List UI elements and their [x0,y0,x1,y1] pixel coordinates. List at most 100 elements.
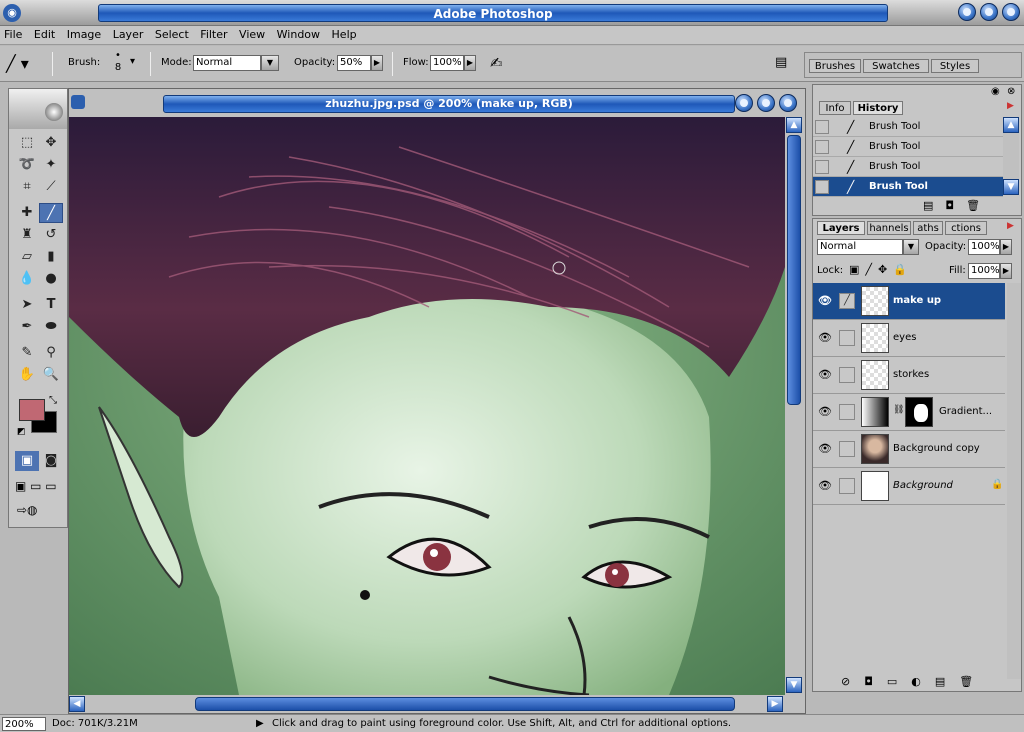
layer-link-box[interactable] [839,330,855,346]
screen-mode-icons[interactable]: ▣ ▭ ▭ [15,479,63,497]
horizontal-scrollbar[interactable]: ◀ ▶ [69,695,785,713]
quick-mask-mode-icon[interactable]: ◙ [39,451,63,471]
layer-row-storkes[interactable]: 👁 storkes [813,357,1005,394]
crop-tool-icon[interactable]: ⌗ [15,177,39,197]
menu-select[interactable]: Select [151,26,193,41]
panel-close-icon[interactable]: ⊗ [1007,86,1015,97]
scroll-right-arrow-icon[interactable]: ▶ [767,696,783,712]
brush-picker[interactable]: • 8 [110,50,126,76]
history-snapshot-box[interactable] [815,140,829,154]
healing-brush-tool-icon[interactable]: ✚ [15,203,39,223]
clone-stamp-tool-icon[interactable]: ♜ [15,225,39,245]
layer-row-gradient[interactable]: 👁 ⛓ Gradient... [813,394,1005,431]
tab-history[interactable]: History [853,101,903,115]
layer-row-make-up[interactable]: 👁 ╱ make up [813,283,1005,320]
doc-minimize-button[interactable] [735,94,753,112]
tab-channels[interactable]: hannels [867,221,911,235]
tab-paths[interactable]: aths [913,221,943,235]
menu-filter[interactable]: Filter [196,26,231,41]
history-footer-icons[interactable]: ▤◘🗑 [923,199,992,212]
scroll-down-arrow-icon[interactable]: ▼ [1003,179,1019,195]
scroll-up-arrow-icon[interactable]: ▲ [786,117,802,133]
history-snapshot-box[interactable] [815,120,829,134]
brush-dropdown-arrow-icon[interactable]: ▾ [130,56,135,67]
layers-scrollbar[interactable] [1007,283,1021,679]
brush-link-icon[interactable]: ╱ [839,293,855,309]
jump-to-imageready-icon[interactable]: ⇨◍ [17,503,61,521]
menu-edit[interactable]: Edit [30,26,59,41]
opacity-slider-arrow-icon[interactable]: ▶ [371,55,383,71]
fill-field[interactable]: 100% [968,263,1000,279]
history-snapshot-box[interactable] [815,160,829,174]
layer-link-box[interactable] [839,367,855,383]
fill-arrow-icon[interactable]: ▶ [1000,263,1012,279]
eye-visibility-icon[interactable]: 👁 [817,330,833,346]
lasso-tool-icon[interactable]: ➰ [15,155,39,175]
tab-brushes[interactable]: Brushes [809,59,861,73]
eye-visibility-icon[interactable]: 👁 [817,404,833,420]
vertical-scroll-thumb[interactable] [787,135,801,405]
menu-image[interactable]: Image [63,26,105,41]
panel-menu-arrow-icon[interactable]: ▶ [1007,221,1014,231]
eye-visibility-icon[interactable]: 👁 [817,441,833,457]
eye-visibility-icon[interactable]: 👁 [817,367,833,383]
panel-menu-arrow-icon[interactable]: ▶ [1007,101,1014,111]
mode-select[interactable]: Normal [193,55,261,71]
menu-window[interactable]: Window [273,26,324,41]
eye-visibility-icon[interactable]: 👁 [817,293,833,309]
doc-close-button[interactable] [779,94,797,112]
default-colors-icon[interactable]: ◩ [17,427,26,437]
layer-link-box[interactable] [839,441,855,457]
mode-dropdown-arrow-icon[interactable]: ▼ [261,55,279,71]
horizontal-scroll-thumb[interactable] [195,697,735,711]
type-tool-icon[interactable]: T [39,295,63,315]
swap-colors-icon[interactable]: ⤡ [49,395,57,406]
eyedropper-tool-icon[interactable]: ⚲ [39,343,63,363]
menu-view[interactable]: View [235,26,269,41]
history-item-selected[interactable]: ╱ Brush Tool [813,177,1003,197]
pen-tool-icon[interactable]: ✒ [15,317,39,337]
photoshop-eye-icon[interactable]: ◉ [3,4,21,22]
ellipse-tool-icon[interactable]: ⬬ [39,317,63,337]
brush-tool-preset-icon[interactable]: ╱ ▾ [6,52,46,76]
tab-swatches[interactable]: Swatches [863,59,929,73]
maximize-button[interactable] [980,3,998,21]
image-canvas[interactable] [69,117,785,695]
layer-link-box[interactable] [839,478,855,494]
dodge-tool-icon[interactable]: ● [39,269,63,289]
layer-link-box[interactable] [839,404,855,420]
flow-field[interactable]: 100% [430,55,464,71]
tab-styles[interactable]: Styles [931,59,979,73]
close-button[interactable] [1002,3,1020,21]
layers-footer-icons[interactable]: ⊘◘▭◐▤🗑 [841,675,987,688]
layer-row-background[interactable]: 👁 Background 🔒 [813,468,1005,505]
document-title-bar[interactable]: zhuzhu.jpg.psd @ 200% (make up, RGB) [163,95,735,113]
eye-visibility-icon[interactable]: 👁 [817,478,833,494]
document-size[interactable]: Doc: 701K/3.21M [52,717,252,731]
history-brush-tool-icon[interactable]: ↺ [39,225,63,245]
notes-tool-icon[interactable]: ✎ [15,343,39,363]
history-item[interactable]: ╱ Brush Tool [813,137,1003,157]
slice-tool-icon[interactable]: ⟋ [39,177,63,197]
toolbox-header[interactable] [9,89,67,129]
menu-file[interactable]: File [0,26,26,41]
eraser-tool-icon[interactable]: ▱ [15,247,39,267]
brush-tool-icon[interactable]: ╱ [39,203,63,223]
blend-mode-select[interactable]: Normal [817,239,903,255]
scroll-down-arrow-icon[interactable]: ▼ [786,677,802,693]
menu-help[interactable]: Help [328,26,361,41]
panel-minimize-icon[interactable]: ◉ [991,86,1000,97]
magic-wand-tool-icon[interactable]: ✦ [39,155,63,175]
document-icon[interactable] [71,95,85,109]
hand-tool-icon[interactable]: ✋ [15,365,39,385]
marquee-tool-icon[interactable]: ⬚ [15,133,39,153]
history-item[interactable]: ╱ Brush Tool [813,117,1003,137]
zoom-level-field[interactable]: 200% [2,717,46,731]
adobe-online-eye-icon[interactable] [45,103,63,121]
doc-maximize-button[interactable] [757,94,775,112]
opacity-field[interactable]: 50% [337,55,371,71]
scroll-left-arrow-icon[interactable]: ◀ [69,696,85,712]
scroll-up-arrow-icon[interactable]: ▲ [1003,117,1019,133]
move-tool-icon[interactable]: ✥ [39,133,63,153]
history-scrollbar[interactable]: ▲ ▼ [1003,117,1019,195]
